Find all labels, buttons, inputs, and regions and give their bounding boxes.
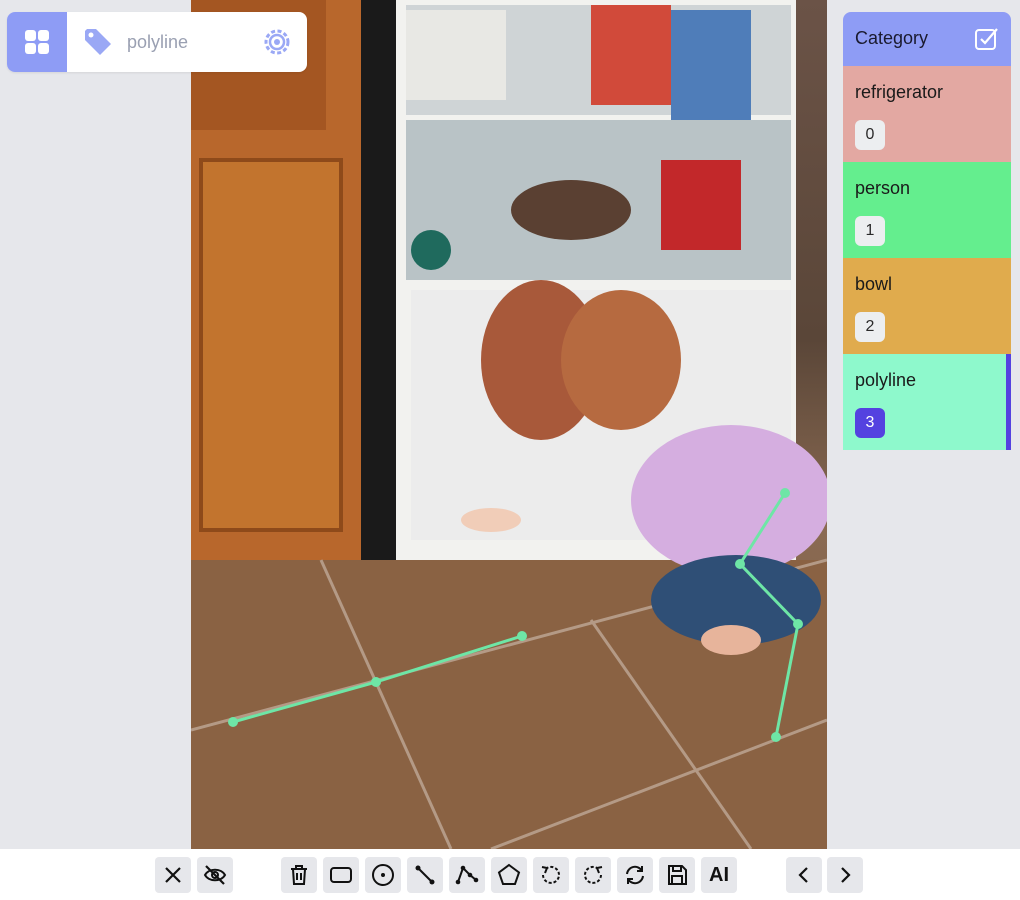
category-name: refrigerator	[855, 82, 944, 102]
polyline-vertex[interactable]	[735, 559, 745, 569]
polygon-tool-button[interactable]	[491, 857, 527, 893]
category-title: Category	[855, 28, 929, 48]
category-index-badge: 0	[855, 120, 885, 150]
gear-icon[interactable]	[261, 26, 293, 58]
polyline-vertex[interactable]	[780, 488, 790, 498]
save-icon	[668, 865, 687, 885]
polyline-icon	[455, 865, 479, 885]
close-button[interactable]	[155, 857, 191, 893]
line-icon	[415, 865, 435, 885]
category-name: polyline	[855, 370, 917, 390]
bottom-toolbar: AI	[0, 849, 1020, 900]
redo-button[interactable]	[575, 857, 611, 893]
refresh-button[interactable]	[617, 857, 653, 893]
rectangle-tool-button[interactable]	[323, 857, 359, 893]
chevron-right-icon	[841, 867, 851, 883]
refresh-icon	[626, 865, 644, 885]
category-item-bowl[interactable]: bowl 2	[843, 258, 1011, 354]
point-tool-button[interactable]	[365, 857, 401, 893]
polygon-icon	[497, 863, 521, 885]
close-icon	[165, 867, 181, 883]
undo-icon	[541, 865, 560, 884]
polyline-vertex[interactable]	[793, 619, 803, 629]
redo-icon	[584, 865, 603, 884]
category-index-badge: 3	[855, 408, 885, 438]
category-header: Category	[843, 12, 1011, 66]
checkbox-icon[interactable]	[973, 26, 999, 52]
tag-icon	[85, 29, 111, 55]
delete-button[interactable]	[281, 857, 317, 893]
polyline-vertex[interactable]	[517, 631, 527, 641]
polyline-vertex[interactable]	[371, 677, 381, 687]
ai-button[interactable]: AI	[701, 857, 737, 893]
undo-button[interactable]	[533, 857, 569, 893]
category-index-badge: 2	[855, 312, 885, 342]
category-index-badge: 1	[855, 216, 885, 246]
point-icon	[372, 864, 394, 886]
chevron-left-icon	[798, 867, 808, 883]
polyline-tool-button[interactable]	[449, 857, 485, 893]
trash-icon	[291, 865, 307, 885]
rectangle-icon	[330, 867, 352, 883]
category-item-polyline[interactable]: polyline 3	[843, 354, 1011, 450]
previous-image-button[interactable]	[786, 857, 822, 893]
polyline-annotation[interactable]	[738, 492, 800, 738]
category-name: bowl	[855, 274, 893, 294]
next-image-button[interactable]	[827, 857, 863, 893]
eye-off-icon	[203, 865, 227, 885]
polyline-vertex[interactable]	[771, 732, 781, 742]
apps-button[interactable]	[7, 12, 67, 72]
current-label[interactable]: polyline	[127, 32, 188, 53]
category-item-person[interactable]: person 1	[843, 162, 1011, 258]
apps-icon	[25, 30, 49, 54]
annotation-overlay[interactable]	[191, 0, 827, 849]
label-toolbar: polyline	[7, 12, 307, 72]
category-name: person	[855, 178, 911, 198]
line-tool-button[interactable]	[407, 857, 443, 893]
hide-button[interactable]	[197, 857, 233, 893]
polyline-vertex[interactable]	[228, 717, 238, 727]
save-button[interactable]	[659, 857, 695, 893]
category-panel: Category refrigerator 0 person 1 bowl 2 …	[843, 12, 1011, 450]
image-canvas[interactable]	[191, 0, 827, 849]
category-item-refrigerator[interactable]: refrigerator 0	[843, 66, 1011, 162]
ai-icon: AI	[709, 863, 729, 886]
